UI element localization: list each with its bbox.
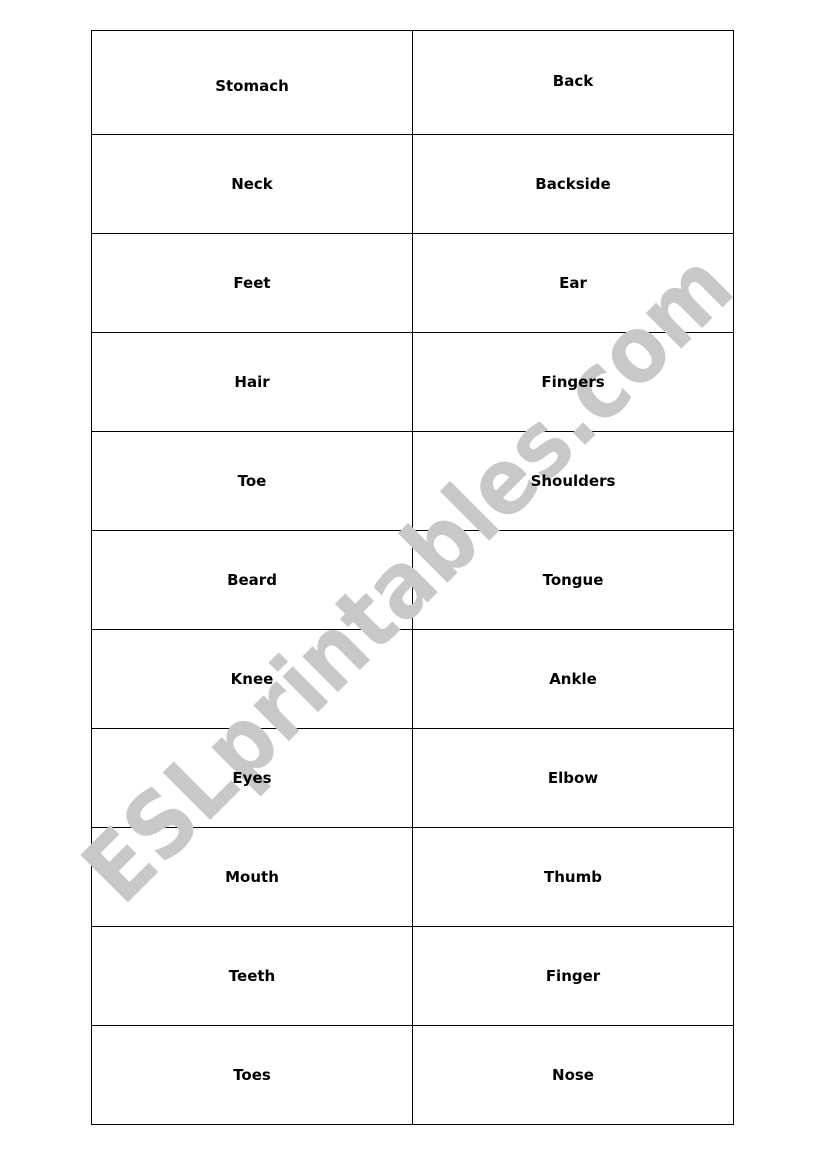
table-row: Stomach Back [91,30,734,135]
word-cell: Ear [412,233,734,333]
table-row: Toe Shoulders [91,431,734,531]
word-cell: Teeth [91,926,413,1026]
word-label: Shoulders [530,472,616,490]
word-cell: Nose [412,1025,734,1125]
word-label: Teeth [228,967,276,985]
word-label: Eyes [232,769,272,787]
word-label: Hair [234,373,270,391]
vocabulary-card-table: Stomach Back Neck Backside Feet Ear Hair Finger… [91,30,734,1125]
word-label: Feet [233,274,271,292]
word-label: Back [552,71,594,90]
table-row: Toes Nose [91,1025,734,1125]
word-cell: Toe [91,431,413,531]
word-cell: Tongue [412,530,734,630]
table-row: Eyes Elbow [91,728,734,828]
word-cell: Ankle [412,629,734,729]
word-label: Neck [231,175,273,193]
word-cell: Elbow [412,728,734,828]
word-label: Backside [535,175,611,193]
word-cell: Back [412,30,734,135]
word-cell: Feet [91,233,413,333]
word-cell: Toes [91,1025,413,1125]
table-row: Teeth Finger [91,926,734,1026]
word-label: Stomach [215,76,289,95]
word-cell: Beard [91,530,413,630]
word-label: Thumb [544,868,602,886]
word-label: Toes [233,1066,271,1084]
word-cell: Mouth [91,827,413,927]
table-row: Neck Backside [91,134,734,234]
word-cell: Hair [91,332,413,432]
word-cell: Shoulders [412,431,734,531]
word-label: Toe [237,472,267,490]
table-row: Beard Tongue [91,530,734,630]
word-label: Beard [227,571,277,589]
word-cell: Stomach [91,30,413,135]
word-label: Fingers [541,373,605,391]
word-cell: Neck [91,134,413,234]
word-cell: Thumb [412,827,734,927]
word-cell: Fingers [412,332,734,432]
word-label: Ear [559,274,587,292]
table-row: Feet Ear [91,233,734,333]
word-cell: Finger [412,926,734,1026]
word-cell: Backside [412,134,734,234]
word-cell: Knee [91,629,413,729]
word-label: Ankle [549,670,597,688]
word-cell: Eyes [91,728,413,828]
table-row: Mouth Thumb [91,827,734,927]
word-label: Nose [552,1066,594,1084]
word-label: Mouth [225,868,279,886]
table-row: Knee Ankle [91,629,734,729]
word-label: Knee [230,670,274,688]
word-label: Tongue [542,571,604,589]
word-label: Finger [545,967,601,985]
word-label: Elbow [547,769,599,787]
table-row: Hair Fingers [91,332,734,432]
